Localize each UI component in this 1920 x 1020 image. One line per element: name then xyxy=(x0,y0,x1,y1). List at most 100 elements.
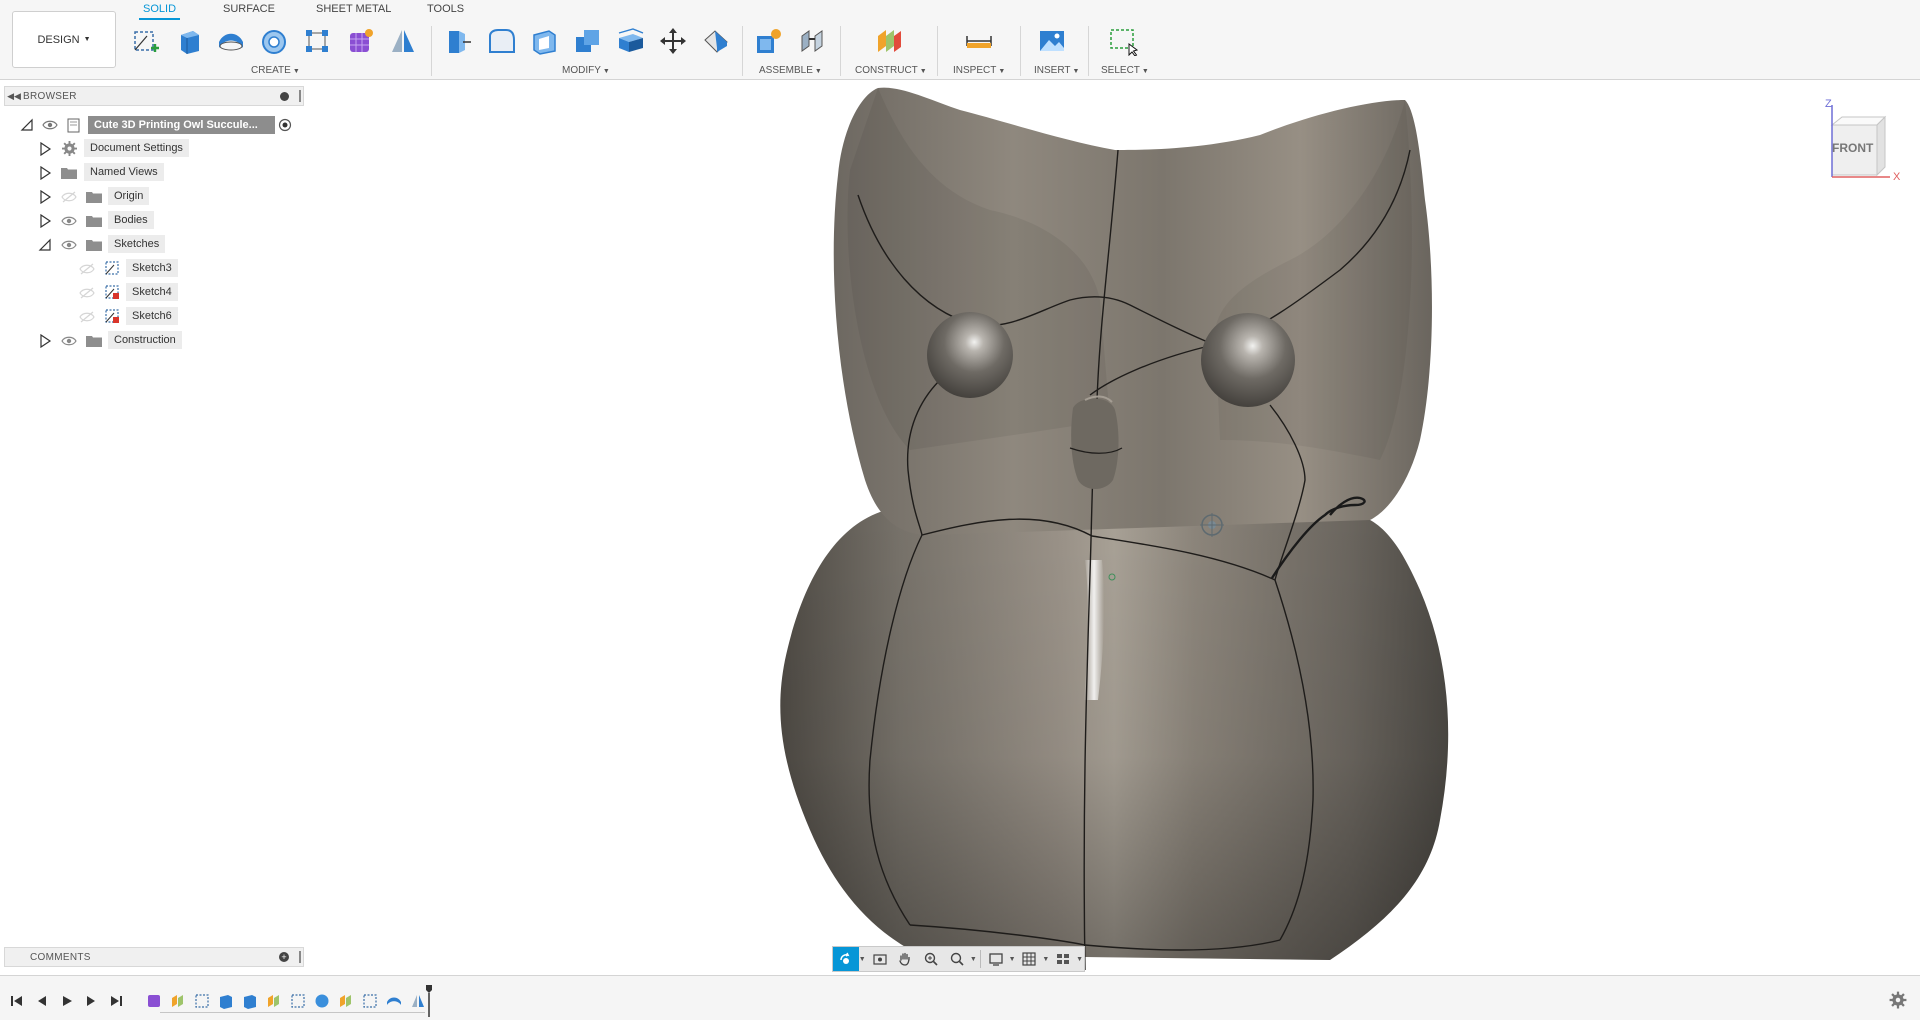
panel-resize-grip[interactable] xyxy=(299,951,301,963)
collapsed-triangle-icon[interactable] xyxy=(38,190,52,204)
gear-icon[interactable] xyxy=(1889,991,1907,1009)
go-to-end-icon[interactable] xyxy=(109,994,123,1008)
inspect-menu[interactable]: INSPECT ▼ xyxy=(953,65,1005,76)
sketch-feature-icon[interactable] xyxy=(361,992,379,1010)
hidden-eye-icon[interactable] xyxy=(79,263,95,275)
sweep-icon[interactable] xyxy=(215,25,247,57)
orbit-button[interactable] xyxy=(833,947,859,971)
new-component-icon[interactable] xyxy=(753,25,785,57)
chevron-down-icon[interactable]: ▼ xyxy=(859,956,867,963)
fit-button[interactable] xyxy=(944,947,970,971)
visibility-eye-icon[interactable] xyxy=(61,239,77,251)
panel-resize-grip[interactable] xyxy=(299,90,301,102)
expanded-triangle-icon[interactable] xyxy=(38,238,52,252)
create-menu[interactable]: CREATE ▼ xyxy=(251,65,300,76)
go-to-start-icon[interactable] xyxy=(10,994,24,1008)
surface-feature-icon[interactable] xyxy=(337,992,355,1010)
expanded-triangle-icon[interactable] xyxy=(20,118,34,132)
pan-hand-icon xyxy=(899,952,911,966)
owl-left-eye[interactable] xyxy=(927,312,1013,398)
extrude-feature-icon[interactable] xyxy=(217,992,235,1010)
chevron-down-icon[interactable]: ▼ xyxy=(1042,956,1050,963)
chevron-down-icon[interactable]: ▼ xyxy=(1009,956,1017,963)
pin-panel-icon[interactable] xyxy=(280,92,289,101)
modify-menu[interactable]: MODIFY ▼ xyxy=(562,65,610,76)
look-at-button[interactable] xyxy=(867,947,893,971)
assemble-menu[interactable]: ASSEMBLE ▼ xyxy=(759,65,822,76)
collapsed-triangle-icon[interactable] xyxy=(38,334,52,348)
workspace-label: DESIGN xyxy=(37,33,80,46)
fillet-icon[interactable] xyxy=(485,25,517,57)
form-icon[interactable] xyxy=(344,25,376,57)
mirror-feature-icon[interactable] xyxy=(409,992,427,1010)
zoom-button[interactable] xyxy=(918,947,944,971)
play-icon[interactable] xyxy=(60,994,74,1008)
revolve-icon[interactable] xyxy=(258,25,290,57)
surface-feature-icon[interactable] xyxy=(265,992,283,1010)
press-pull-icon[interactable] xyxy=(442,25,474,57)
window-select-icon[interactable] xyxy=(1107,25,1139,57)
workspace-switcher-button[interactable]: DESIGN ▼ xyxy=(12,11,116,68)
insert-menu[interactable]: INSERT ▼ xyxy=(1034,65,1079,76)
display-settings-button[interactable] xyxy=(983,947,1009,971)
shell-icon[interactable] xyxy=(528,25,560,57)
add-comment-icon[interactable]: + xyxy=(279,952,289,962)
hidden-eye-icon[interactable] xyxy=(61,191,77,203)
rectangular-pattern-icon[interactable] xyxy=(301,25,333,57)
sketch-feature-icon[interactable] xyxy=(193,992,211,1010)
construct-menu[interactable]: CONSTRUCT ▼ xyxy=(855,65,927,76)
owl-right-eye[interactable] xyxy=(1201,313,1295,407)
tab-tools[interactable]: TOOLS xyxy=(427,3,464,15)
hidden-eye-icon[interactable] xyxy=(79,311,95,323)
browser-root-label[interactable]: Cute 3D Printing Owl Succule... xyxy=(88,116,275,134)
visibility-eye-icon[interactable] xyxy=(61,215,77,227)
comments-panel-header[interactable]: COMMENTS + xyxy=(4,947,304,967)
toolbar-divider xyxy=(742,26,743,76)
visibility-eye-icon[interactable] xyxy=(42,119,58,131)
step-forward-icon[interactable] xyxy=(84,994,98,1008)
sketch-feature-icon[interactable] xyxy=(289,992,307,1010)
3d-viewport[interactable] xyxy=(305,80,1920,975)
browser-item-label: Sketch6 xyxy=(126,307,178,325)
move-icon[interactable] xyxy=(657,25,689,57)
form-feature-icon[interactable] xyxy=(145,992,163,1010)
grid-settings-button[interactable] xyxy=(1017,947,1043,971)
owl-beak[interactable] xyxy=(1071,398,1119,489)
viewports-button[interactable] xyxy=(1050,947,1076,971)
viewcube-front-face[interactable]: FRONT xyxy=(1832,141,1873,155)
pan-button[interactable] xyxy=(893,947,919,971)
activate-radio-icon[interactable] xyxy=(278,118,292,132)
surface-feature-icon[interactable] xyxy=(169,992,187,1010)
offset-face-icon[interactable] xyxy=(614,25,646,57)
create-sketch-icon[interactable] xyxy=(130,25,162,57)
visibility-eye-icon[interactable] xyxy=(61,335,77,347)
timeline-marker[interactable] xyxy=(426,985,432,1017)
sphere-feature-icon[interactable] xyxy=(313,992,331,1010)
folder-icon xyxy=(86,216,102,227)
collapsed-triangle-icon[interactable] xyxy=(38,166,52,180)
collapsed-triangle-icon[interactable] xyxy=(38,142,52,156)
joint-icon[interactable] xyxy=(796,25,828,57)
owl-model[interactable] xyxy=(305,80,1920,975)
mirror-icon[interactable] xyxy=(387,25,419,57)
extrude-feature-icon[interactable] xyxy=(241,992,259,1010)
tab-solid[interactable]: SOLID xyxy=(138,3,181,20)
select-menu[interactable]: SELECT ▼ xyxy=(1101,65,1149,76)
measure-icon[interactable] xyxy=(963,25,995,57)
hidden-eye-icon[interactable] xyxy=(79,287,95,299)
collapse-panel-icon[interactable]: ◀◀ xyxy=(5,91,23,102)
tab-surface[interactable]: SURFACE xyxy=(223,3,275,15)
extrude-icon[interactable] xyxy=(172,25,204,57)
browser-item-label: Origin xyxy=(108,187,150,205)
offset-plane-icon[interactable] xyxy=(873,25,905,57)
browser-item-label: Sketch4 xyxy=(126,283,178,301)
combine-icon[interactable] xyxy=(571,25,603,57)
insert-image-icon[interactable] xyxy=(1036,25,1068,57)
tab-sheet-metal[interactable]: SHEET METAL xyxy=(316,3,391,15)
split-icon[interactable] xyxy=(700,25,732,57)
chevron-down-icon[interactable]: ▼ xyxy=(1076,956,1084,963)
chevron-down-icon[interactable]: ▼ xyxy=(970,956,978,963)
collapsed-triangle-icon[interactable] xyxy=(38,214,52,228)
step-back-icon[interactable] xyxy=(35,994,49,1008)
sweep-feature-icon[interactable] xyxy=(385,992,403,1010)
